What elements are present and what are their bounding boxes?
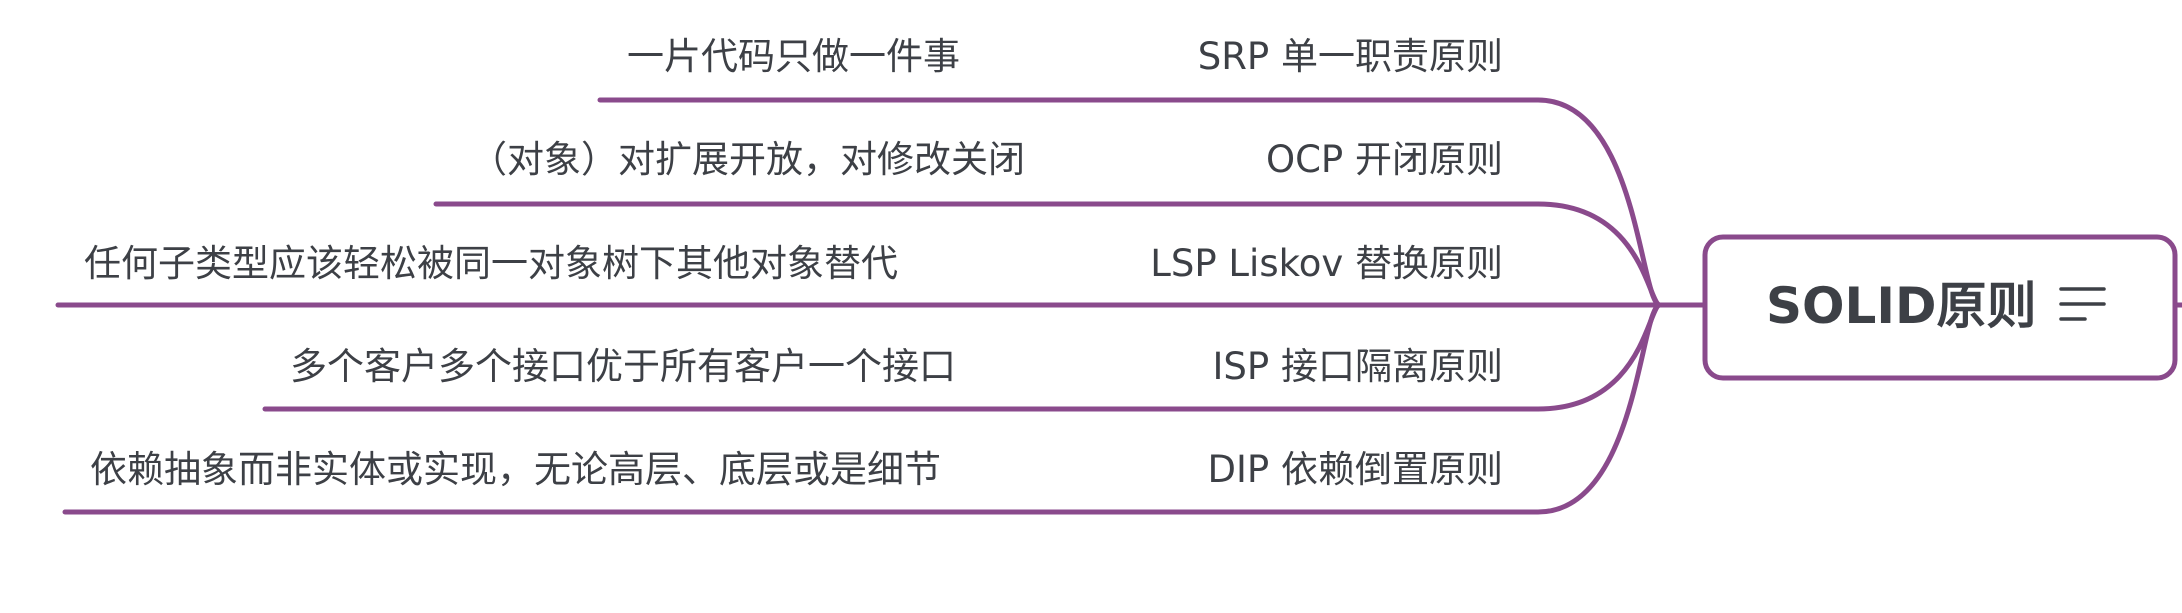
branch-isp[interactable]: ISP 接口隔离原则 多个客户多个接口优于所有客户一个接口 [262,345,1539,412]
branch-ocp-name: OCP 开闭原则 [1266,138,1503,181]
branch-connectors [1527,97,1708,515]
connector-srp [1527,97,1708,308]
branch-isp-description: 多个客户多个接口优于所有客户一个接口 [290,345,956,388]
branch-dip-description: 依赖抽象而非实体或实现，无论高层、底层或是细节 [90,448,941,491]
branch-lsp[interactable]: LSP Liskov 替换原则 任何子类型应该轻松被同一对象树下其他对象替代 [55,242,1539,308]
root-title: SOLID原则 [1766,277,2036,335]
branch-lsp-name: LSP Liskov 替换原则 [1150,242,1503,285]
branch-srp-name: SRP 单一职责原则 [1198,35,1503,78]
branch-dip-name: DIP 依赖倒置原则 [1208,448,1503,491]
solid-mindmap: SRP 单一职责原则 一片代码只做一件事 OCP 开闭原则 （对象）对扩展开放，… [55,35,2182,515]
branch-srp-description: 一片代码只做一件事 [627,35,960,78]
root-node[interactable]: SOLID原则 [1702,234,2182,381]
branch-dip[interactable]: DIP 依赖倒置原则 依赖抽象而非实体或实现，无论高层、底层或是细节 [62,448,1539,515]
branch-ocp-description: （对象）对扩展开放，对修改关闭 [470,138,1025,181]
branch-ocp[interactable]: OCP 开闭原则 （对象）对扩展开放，对修改关闭 [433,138,1539,207]
branch-srp[interactable]: SRP 单一职责原则 一片代码只做一件事 [597,35,1539,103]
branch-lsp-description: 任何子类型应该轻松被同一对象树下其他对象替代 [84,242,898,285]
branch-isp-name: ISP 接口隔离原则 [1213,345,1503,388]
